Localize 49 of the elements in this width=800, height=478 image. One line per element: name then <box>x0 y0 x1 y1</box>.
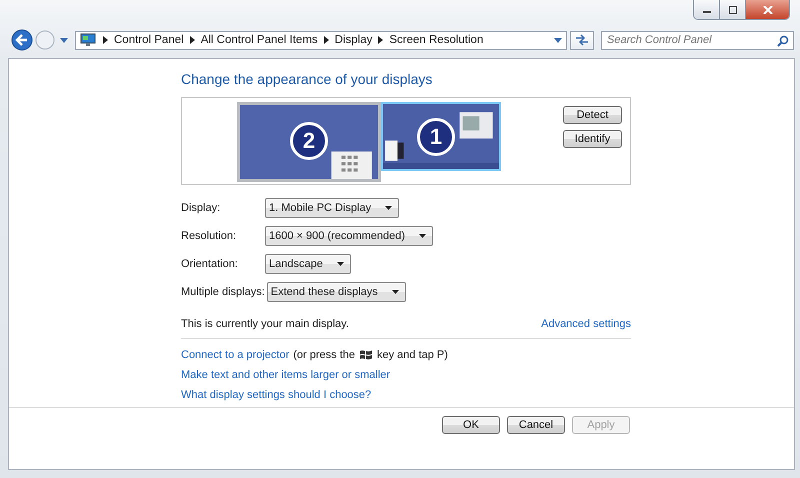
monitor-tile[interactable]: 2 <box>237 102 381 182</box>
close-button[interactable] <box>746 0 789 19</box>
dropdown[interactable]: Landscape <box>265 254 351 274</box>
maximize-icon <box>728 6 738 14</box>
minimize-button[interactable] <box>694 0 720 19</box>
dropdown-arrow-icon <box>554 38 562 42</box>
breadcrumb-item[interactable]: All Control Panel Items <box>200 34 318 46</box>
address-field[interactable]: Control Panel All Control Panel Items Display Screen Resolution <box>75 30 568 50</box>
main-display-note: This is currently your main display. <box>181 318 349 330</box>
advanced-settings-link[interactable]: Advanced settings <box>541 318 631 330</box>
setting-label: Resolution: <box>181 230 238 242</box>
hint-text: key and tap P) <box>376 349 448 361</box>
page-heading: Change the appearance of your displays <box>181 71 434 89</box>
help-link[interactable]: What display settings should I choose? <box>181 389 372 401</box>
monitor-icon <box>80 33 96 47</box>
refresh-button[interactable] <box>570 30 594 50</box>
breadcrumb-item[interactable]: Screen Resolution <box>389 34 484 46</box>
caret-icon <box>336 262 344 266</box>
back-button[interactable] <box>11 29 33 51</box>
setting-label: Display: <box>181 202 222 214</box>
caret-icon <box>385 206 392 210</box>
history-dropdown[interactable] <box>57 38 71 42</box>
maximize-button[interactable] <box>720 0 746 19</box>
connect-projector-link[interactable]: Connect to a projector <box>181 349 290 361</box>
breadcrumb-item[interactable]: Display <box>334 34 372 46</box>
setting-label: Orientation: <box>181 258 239 270</box>
chevron-icon <box>378 36 384 44</box>
dialog-button[interactable]: Cancel <box>507 416 565 434</box>
side-button[interactable]: Detect <box>563 106 622 124</box>
hint-text: (or press the <box>293 349 355 361</box>
help-link[interactable]: Make text and other items larger or smaller <box>181 369 390 381</box>
chevron-icon <box>190 36 195 44</box>
close-icon <box>762 6 772 14</box>
chevron-icon <box>103 36 108 44</box>
windows-logo-icon <box>358 349 373 361</box>
caret-icon <box>392 290 399 294</box>
refresh-icon <box>575 34 590 46</box>
dropdown[interactable]: 1600 × 900 (recommended) <box>265 226 434 246</box>
side-button[interactable]: Identify <box>563 130 622 148</box>
breadcrumb-item[interactable]: Control Panel <box>114 34 184 46</box>
dialog-button[interactable]: OK <box>442 416 500 434</box>
dropdown[interactable]: Extend these displays <box>266 282 406 302</box>
chevron-icon <box>324 36 329 44</box>
caret-icon <box>419 234 426 238</box>
dropdown[interactable]: 1. Mobile PC Display <box>265 198 400 218</box>
monitor-tile[interactable]: 1 <box>381 102 501 171</box>
setting-label: Multiple displays: <box>181 286 266 298</box>
search-icon <box>777 34 789 46</box>
search-field[interactable]: Search Control Panel <box>601 30 794 50</box>
